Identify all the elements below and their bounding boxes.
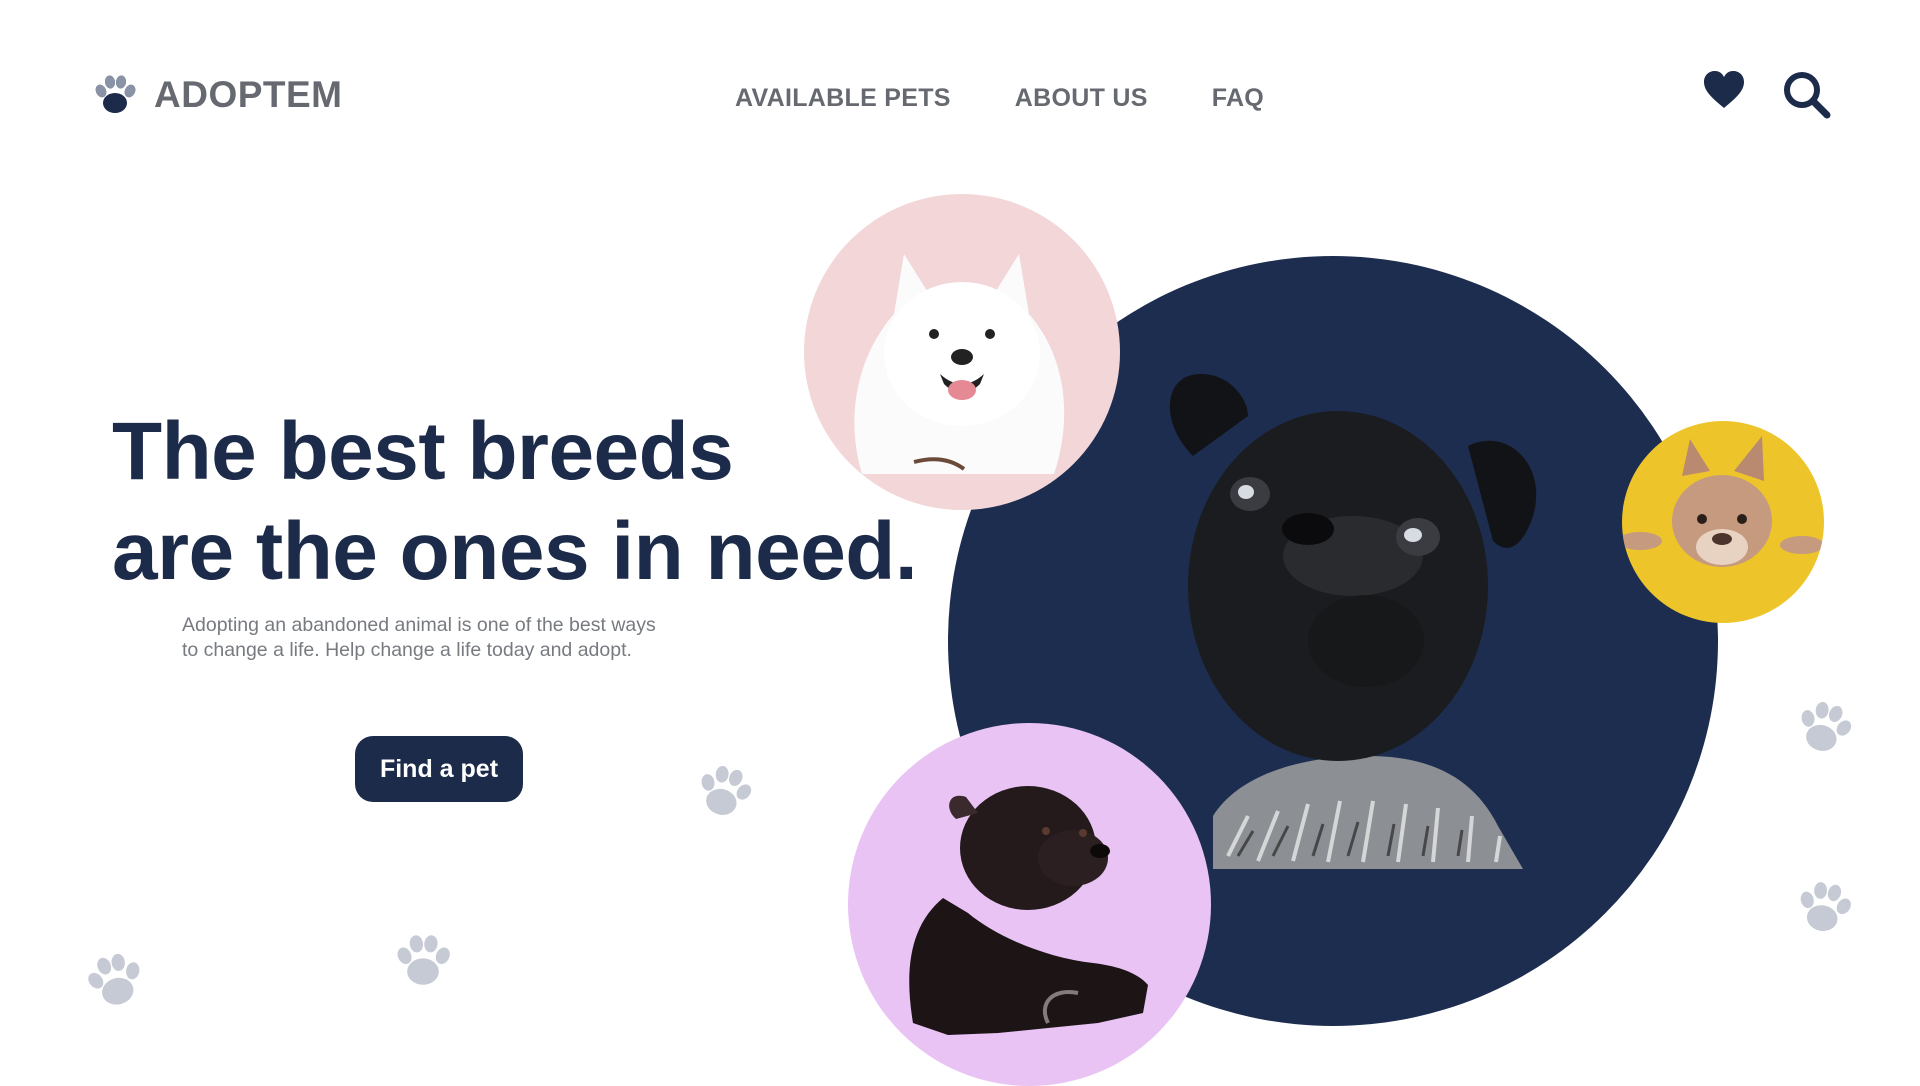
paw-decoration-icon: [82, 948, 148, 1012]
hero-headline: The best breeds are the ones in need.: [112, 402, 918, 602]
samoyed-image: [854, 254, 1065, 474]
headline-line-2: are the ones in need.: [112, 506, 918, 597]
paw-decoration-icon: [1793, 877, 1856, 936]
black-dog-image: [909, 786, 1148, 1035]
heart-icon[interactable]: [1702, 70, 1746, 110]
headline-line-1: The best breeds: [112, 406, 734, 497]
samoyed-circle: [804, 194, 1120, 510]
staffordshire-circle: [848, 723, 1211, 1086]
main-nav: AVAILABLE PETS ABOUT US FAQ: [735, 84, 1264, 113]
search-icon[interactable]: [1782, 70, 1832, 120]
nav-about-us[interactable]: ABOUT US: [1015, 84, 1148, 113]
brand-logo[interactable]: ADOPTEM: [90, 70, 343, 120]
nav-faq[interactable]: FAQ: [1212, 84, 1264, 113]
french-bulldog-circle: [1622, 421, 1824, 623]
french-bulldog-image: [1622, 436, 1824, 567]
brand-name: ADOPTEM: [154, 74, 343, 115]
subtitle-line-2: to change a life. Help change a life tod…: [182, 639, 632, 661]
paw-decoration-icon: [394, 934, 453, 985]
find-a-pet-button[interactable]: Find a pet: [355, 736, 523, 802]
paw-decoration-icon: [1792, 696, 1856, 758]
nav-available-pets[interactable]: AVAILABLE PETS: [735, 84, 951, 113]
hero-subtitle: Adopting an abandoned animal is one of t…: [182, 613, 722, 663]
paw-decoration-icon: [692, 760, 756, 822]
subtitle-line-1: Adopting an abandoned animal is one of t…: [182, 614, 656, 636]
paw-icon: [93, 74, 138, 113]
